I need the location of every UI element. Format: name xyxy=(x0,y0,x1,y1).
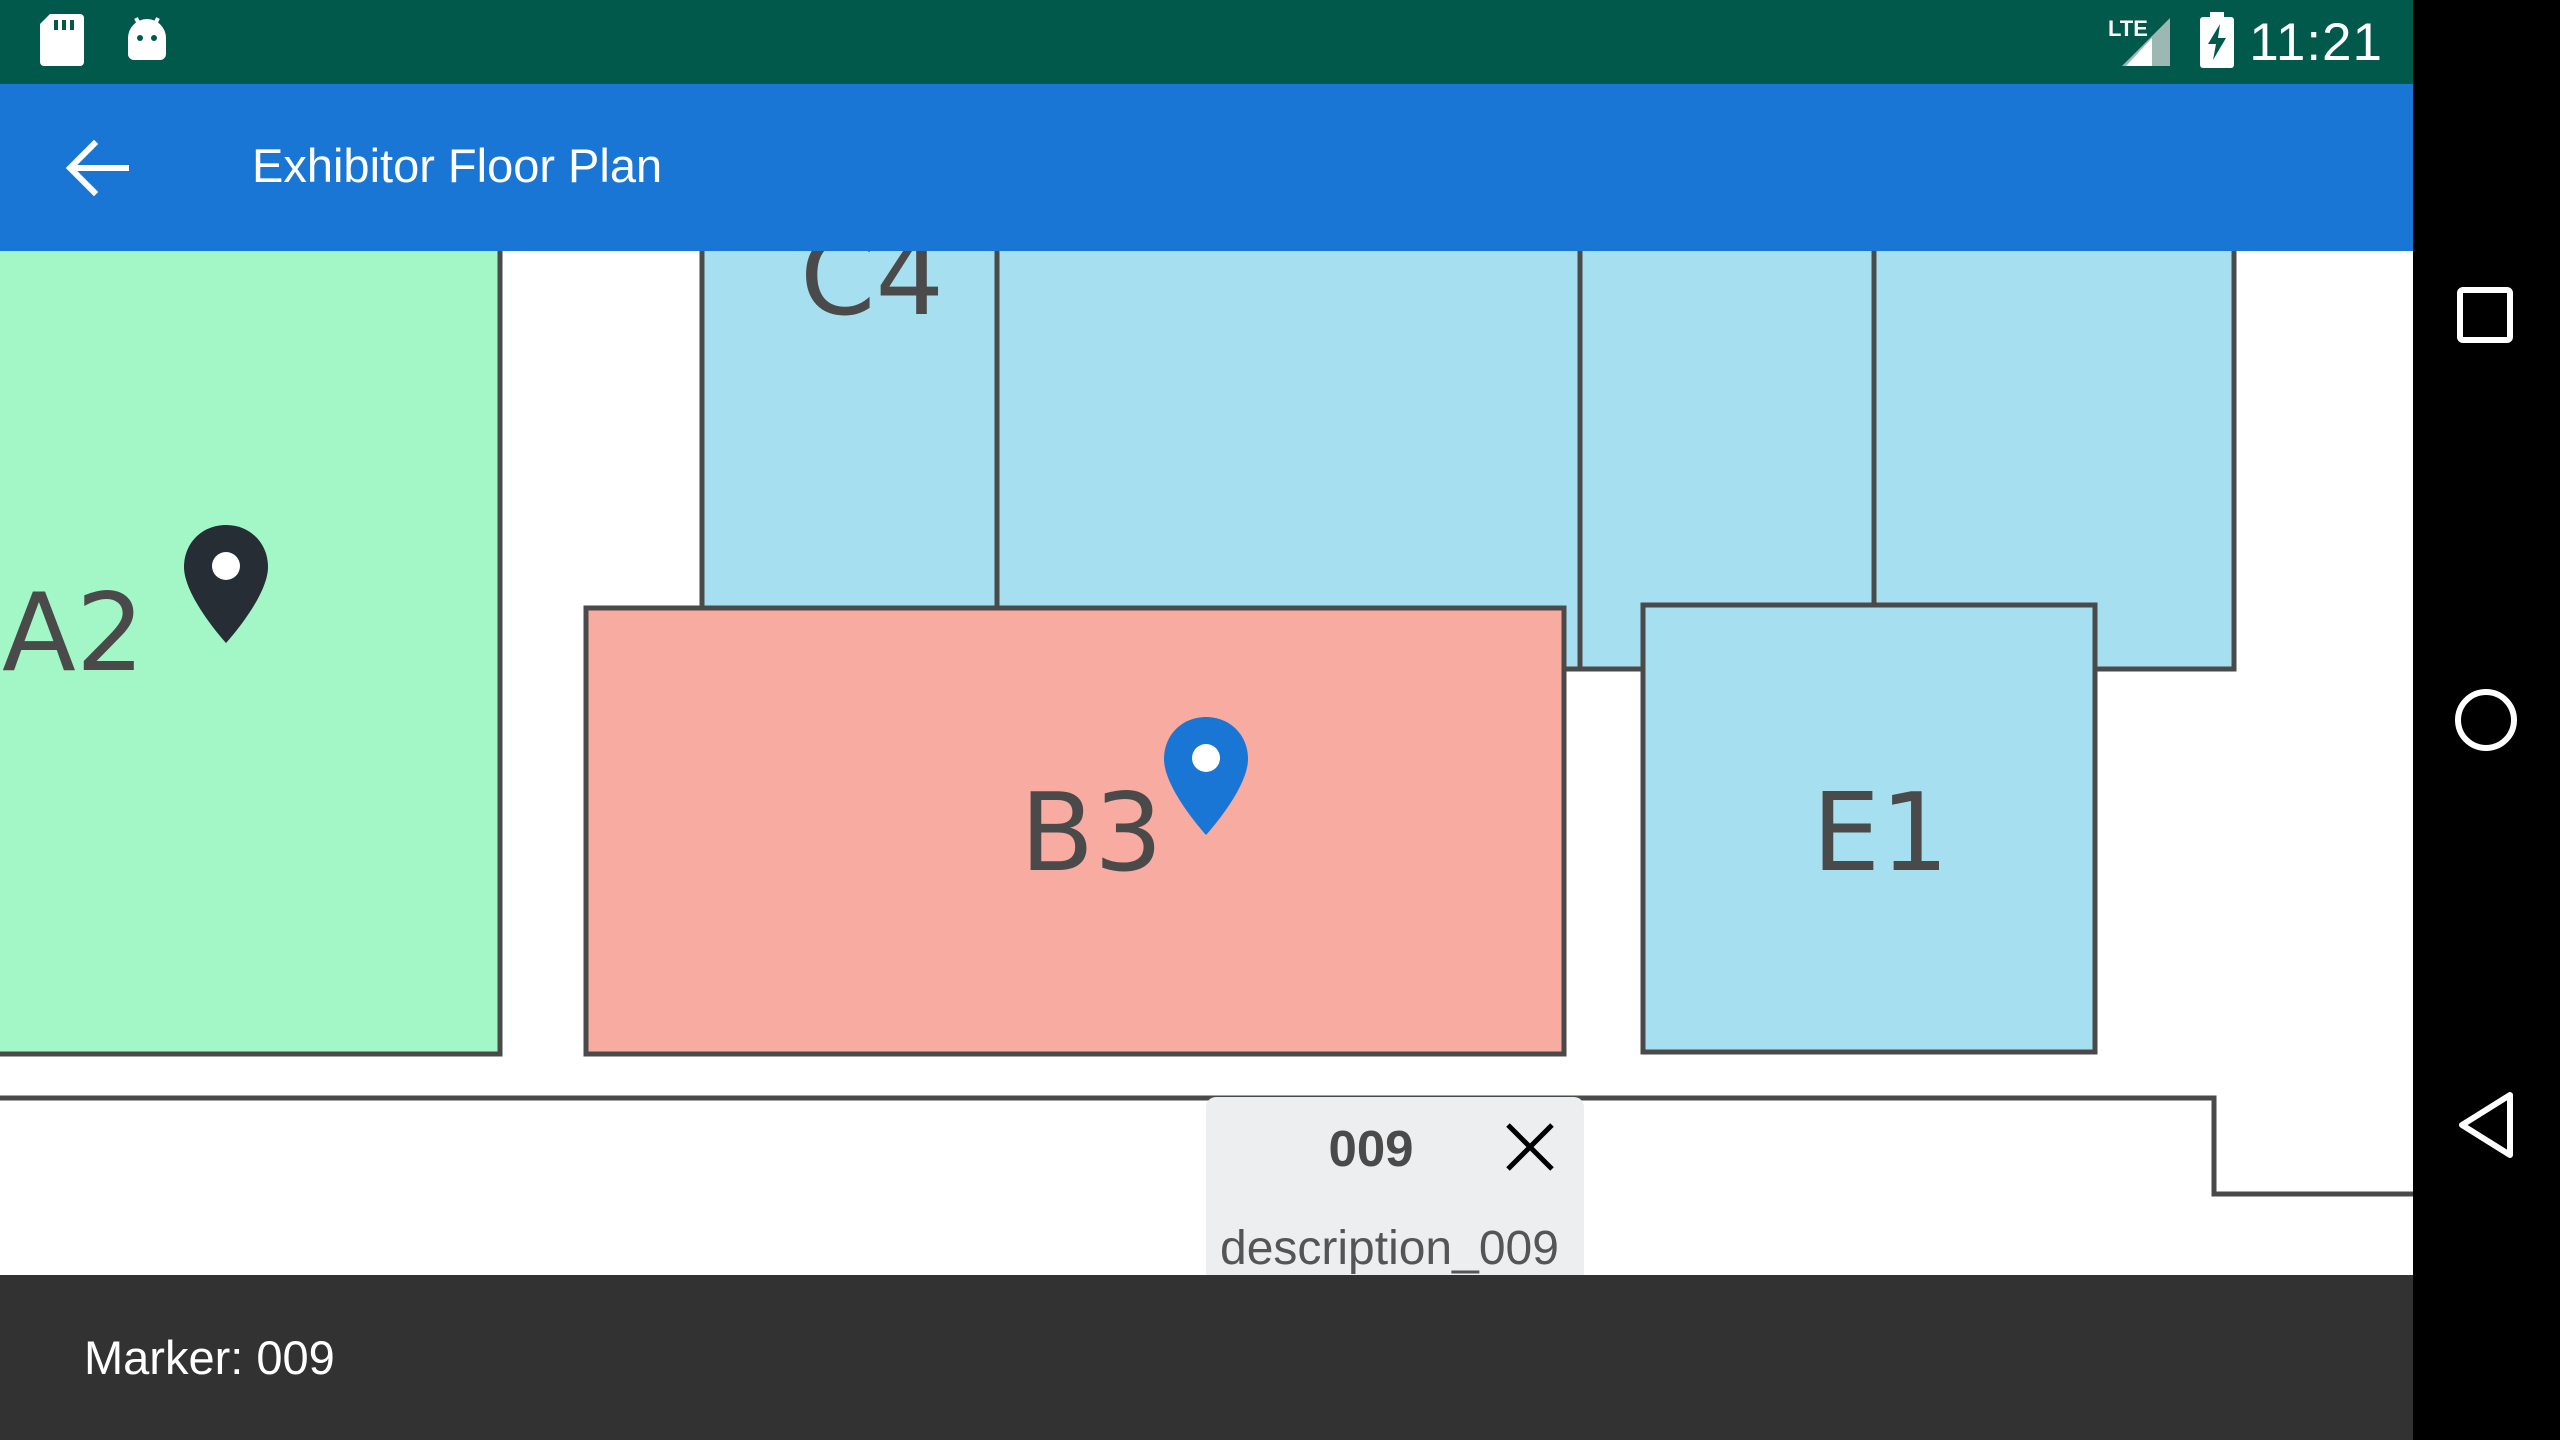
page-title: Exhibitor Floor Plan xyxy=(252,139,663,192)
recents-square-icon xyxy=(2457,287,2513,343)
status-bar: LTE 11:21 xyxy=(0,0,2413,84)
recents-button[interactable] xyxy=(2413,255,2560,375)
android-debug-icon xyxy=(124,14,170,69)
network-type-label: LTE xyxy=(2108,16,2148,41)
booth-label-b3: B3 xyxy=(1020,771,1163,896)
info-window-title: 009 xyxy=(1328,1120,1414,1177)
booth-label-c4: C4 xyxy=(800,251,945,340)
back-triangle-icon xyxy=(2459,1092,2513,1158)
map-pin-icon xyxy=(184,525,268,643)
back-button[interactable] xyxy=(56,132,136,204)
booth-label-a2: A2 xyxy=(2,571,145,696)
signal-icon: LTE xyxy=(2108,14,2172,73)
snackbar-text: Marker: 009 xyxy=(84,1331,335,1384)
navigation-bar xyxy=(2413,0,2560,1440)
clock: 11:21 xyxy=(2249,13,2383,72)
nav-back-button[interactable] xyxy=(2413,1065,2560,1185)
marker-info-window[interactable]: 009 description_009 xyxy=(1206,1097,1584,1275)
arrow-back-icon xyxy=(65,139,129,197)
floor-plan-map[interactable]: C4 A2 B3 E1 009 description_009 xyxy=(0,251,2413,1275)
app-bar: Exhibitor Floor Plan xyxy=(0,84,2413,251)
home-button[interactable] xyxy=(2413,660,2560,780)
snackbar: Marker: 009 xyxy=(0,1275,2413,1440)
sd-card-icon xyxy=(40,14,84,71)
booth-label-e1: E1 xyxy=(1812,771,1949,896)
battery-charging-icon xyxy=(2200,12,2234,73)
map-pin-icon xyxy=(1164,717,1248,835)
info-window-description: description_009 xyxy=(1220,1222,1559,1275)
info-close-button[interactable] xyxy=(1504,1121,1556,1173)
close-icon xyxy=(1506,1123,1554,1171)
home-circle-icon xyxy=(2455,689,2517,751)
